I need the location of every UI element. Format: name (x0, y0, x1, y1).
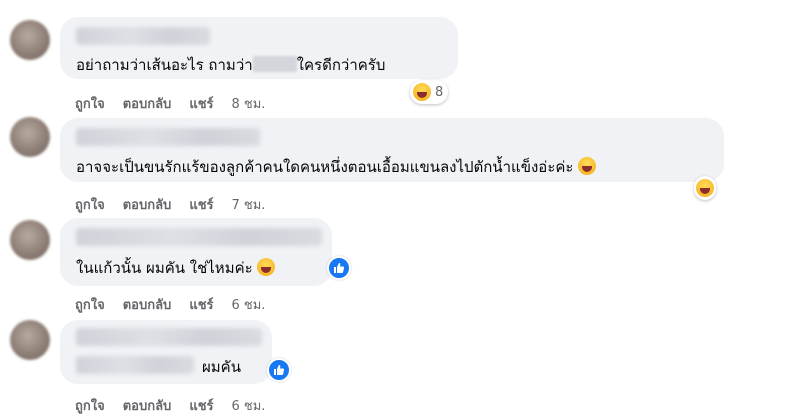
avatar[interactable] (10, 117, 50, 157)
like-link[interactable]: ถูกใจ (75, 198, 105, 213)
haha-emoji-icon (696, 179, 714, 197)
author-name-blurred[interactable] (76, 328, 262, 346)
comment-actions: ถูกใจ ตอบกลับ แชร์ 6 ชม. (75, 294, 265, 315)
timestamp[interactable]: 7 ชม. (232, 198, 266, 213)
comment-text: ในแก้วนั้น ผมคัน ใช่ไหมค่ะ (76, 258, 276, 278)
avatar[interactable] (10, 20, 50, 60)
redacted-text (252, 56, 297, 72)
timestamp[interactable]: 8 ชม. (232, 97, 266, 112)
comment-text: อาจจะเป็นขนรักแร้ของลูกค้าคนใดคนหนึ่งตอน… (76, 157, 597, 177)
like-link[interactable]: ถูกใจ (75, 399, 105, 414)
comment-text-content: ผมคัน (202, 358, 241, 376)
share-link[interactable]: แชร์ (189, 97, 213, 112)
comment-actions: ถูกใจ ตอบกลับ แชร์ 8 ชม. (75, 93, 265, 114)
comment-bubble: อย่าถามว่าเส้นอะไร ถามว่า ใครดีกว่าครับ (60, 17, 458, 79)
comment-text: ผมคัน (202, 357, 241, 377)
avatar[interactable] (10, 220, 50, 260)
comment-actions: ถูกใจ ตอบกลับ แชร์ 6 ชม. (75, 395, 265, 416)
tears-of-joy-emoji-icon (578, 157, 597, 175)
comment-bubble: ผมคัน (60, 320, 272, 384)
comment-bubble: อาจจะเป็นขนรักแร้ของลูกค้าคนใดคนหนึ่งตอน… (60, 118, 724, 182)
reply-link[interactable]: ตอบกลับ (123, 399, 172, 414)
comment-bubble: ในแก้วนั้น ผมคัน ใช่ไหมค่ะ (60, 218, 332, 286)
reaction-summary[interactable]: 8 (410, 80, 449, 104)
reply-link[interactable]: ตอบกลับ (123, 298, 172, 313)
author-name-blurred[interactable] (76, 128, 260, 146)
haha-emoji-icon (413, 83, 431, 101)
like-thumb-icon[interactable] (327, 256, 351, 280)
comment-actions: ถูกใจ ตอบกลับ แชร์ 7 ชม. (75, 194, 265, 215)
comment-text-part-1: อย่าถามว่าเส้นอะไร ถามว่า (76, 56, 253, 74)
avatar[interactable] (10, 320, 50, 360)
like-link[interactable]: ถูกใจ (75, 298, 105, 313)
author-name-blurred[interactable] (76, 228, 322, 246)
like-link[interactable]: ถูกใจ (75, 97, 105, 112)
like-thumb-icon[interactable] (267, 358, 291, 382)
comment-text-content: อาจจะเป็นขนรักแร้ของลูกค้าคนใดคนหนึ่งตอน… (76, 158, 574, 176)
share-link[interactable]: แชร์ (189, 198, 213, 213)
comment-text-part-2: ใครดีกว่าครับ (296, 56, 386, 74)
reaction-summary[interactable] (694, 176, 716, 200)
comment-text: อย่าถามว่าเส้นอะไร ถามว่า ใครดีกว่าครับ (76, 55, 385, 75)
timestamp[interactable]: 6 ชม. (232, 298, 266, 313)
reply-link[interactable]: ตอบกลับ (123, 198, 172, 213)
share-link[interactable]: แชร์ (189, 399, 213, 414)
tears-of-joy-emoji-icon (257, 258, 276, 276)
share-link[interactable]: แชร์ (189, 298, 213, 313)
reaction-count: 8 (435, 84, 444, 100)
reply-link[interactable]: ตอบกลับ (123, 97, 172, 112)
comment-text-content: ในแก้วนั้น ผมคัน ใช่ไหมค่ะ (76, 259, 253, 277)
timestamp[interactable]: 6 ชม. (232, 399, 266, 414)
author-name-blurred[interactable] (76, 27, 210, 45)
comment-text-blurred (76, 356, 194, 374)
